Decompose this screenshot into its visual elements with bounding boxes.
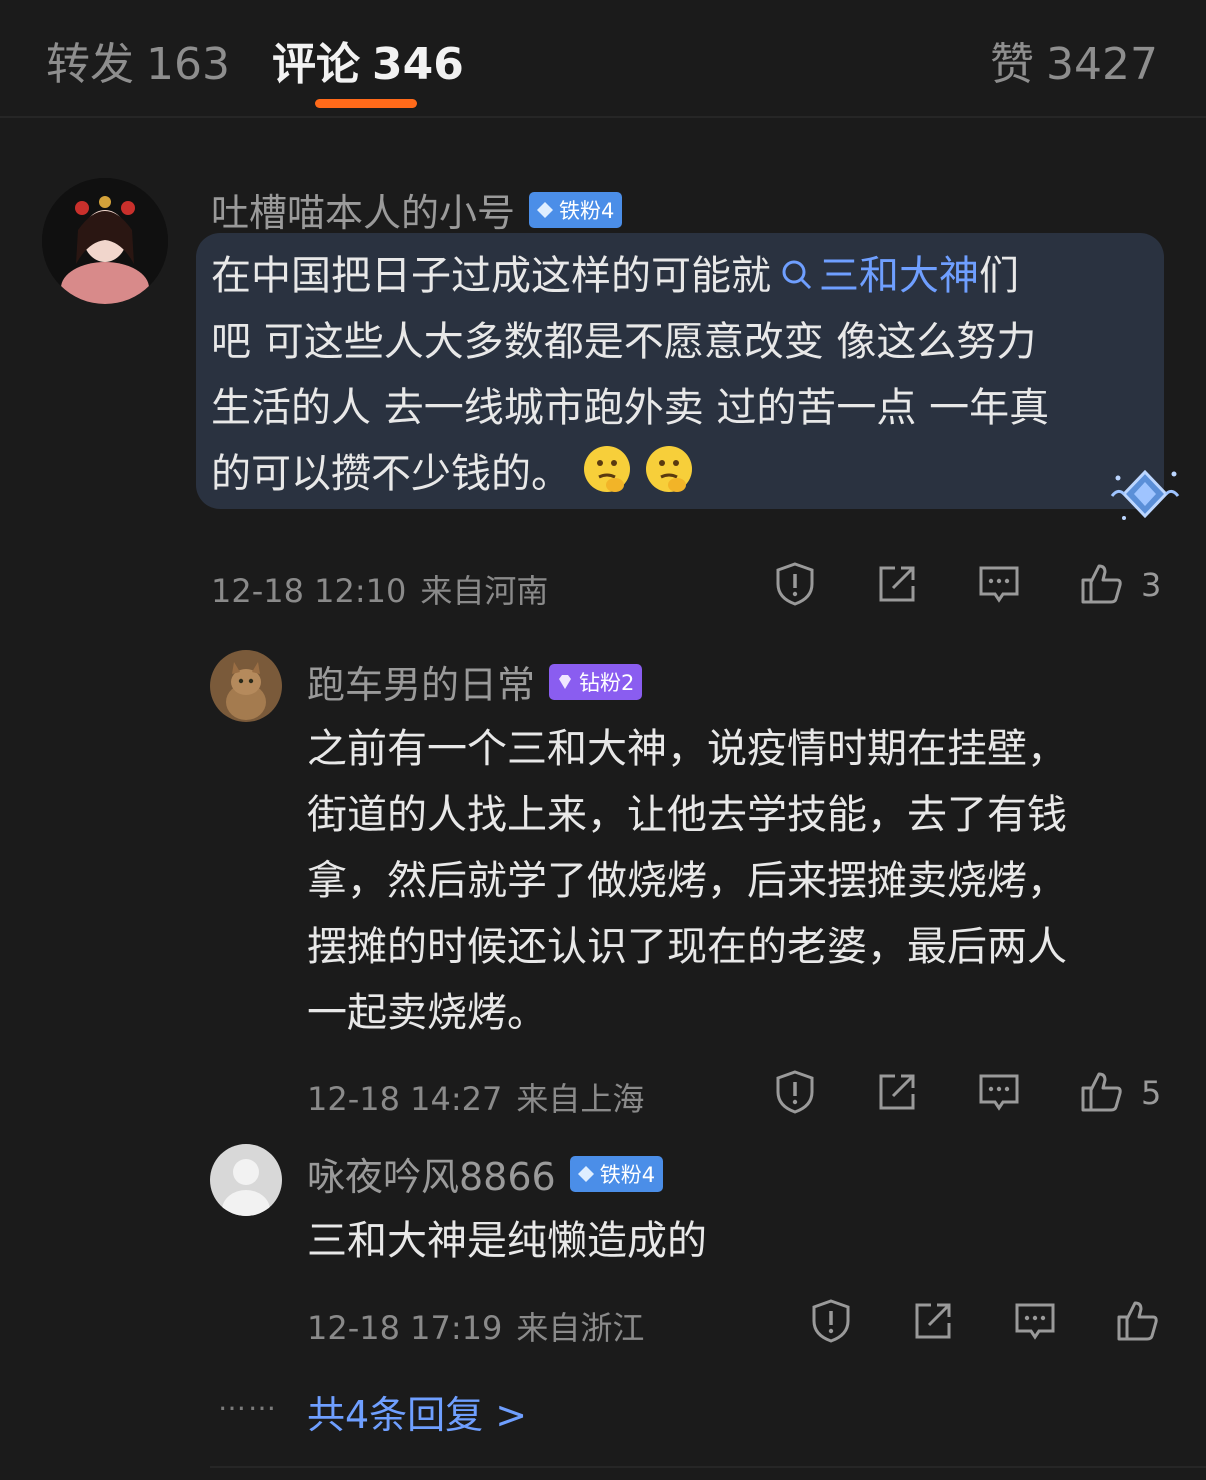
report-icon <box>776 562 814 606</box>
like-button[interactable] <box>1077 560 1125 608</box>
comment-author[interactable]: 吐槽喵本人的小号 铁粉4 <box>211 182 623 237</box>
reply-meta: 12-18 17:19 来自浙江 <box>307 1303 644 1349</box>
comment-icon <box>1015 1303 1055 1340</box>
reply-line: 之前有一个三和大神，说疫情时期在挂壁， <box>307 726 1067 772</box>
thumbs-up-icon <box>1081 1072 1122 1112</box>
fan-badge-label: 铁粉4 <box>599 1162 656 1187</box>
more-dots: …… <box>218 1384 278 1417</box>
reply-meta: 12-18 14:27 来自上海 <box>307 1074 644 1120</box>
reply-button[interactable] <box>975 1068 1023 1116</box>
like-button[interactable] <box>1077 1068 1125 1116</box>
fan-badge[interactable]: 钻粉2 <box>549 663 643 700</box>
comment-line-4-text: 的可以攒不少钱的。 <box>211 451 571 497</box>
tab-bar: 转发 163 评论 346 赞 3427 <box>0 0 1206 118</box>
topic-link[interactable]: 三和大神 <box>771 253 979 299</box>
comment-location: 来自河南 <box>420 572 549 610</box>
reply-author[interactable]: 跑车男的日常 钻粉2 <box>307 654 643 709</box>
reply-button[interactable] <box>975 560 1023 608</box>
thumbs-up-icon <box>1081 564 1122 604</box>
like-button[interactable] <box>1113 1297 1161 1345</box>
report-icon <box>812 1299 850 1343</box>
share-icon <box>915 1303 951 1339</box>
tab-likes-label: 赞 <box>990 39 1035 90</box>
avatar[interactable] <box>210 650 282 722</box>
reply-location: 来自浙江 <box>516 1309 645 1347</box>
divider <box>210 1466 1206 1468</box>
reply-line: 拿，然后就学了做烧烤，后来摆摊卖烧烤， <box>307 858 1067 904</box>
comment-author-name: 吐槽喵本人的小号 <box>211 191 516 235</box>
tab-repost-count: 163 <box>146 39 230 90</box>
topic-link-label: 三和大神 <box>819 253 979 299</box>
search-icon <box>782 260 812 290</box>
report-button[interactable] <box>771 1068 819 1116</box>
reply-author-name: 咏夜吟风8866 <box>307 1155 556 1199</box>
reply-author[interactable]: 咏夜吟风8866 铁粉4 <box>307 1146 664 1201</box>
fan-badge-label: 钻粉2 <box>579 670 635 695</box>
active-tab-indicator <box>315 99 417 108</box>
comment-line-1: 在中国把日子过成这样的可能就 三和大神们 <box>211 243 1049 309</box>
report-button[interactable] <box>807 1297 855 1345</box>
sparkle-diamond-icon <box>1110 469 1180 520</box>
thinking-face-emoji <box>646 446 692 492</box>
diamond-icon <box>537 201 554 218</box>
share-icon <box>879 1074 915 1110</box>
fan-badge-label: 铁粉4 <box>559 198 615 223</box>
report-button[interactable] <box>771 560 819 608</box>
diamond-icon <box>559 674 572 689</box>
tab-repost[interactable]: 转发 163 <box>46 28 230 92</box>
tab-likes[interactable]: 赞 3427 <box>990 28 1158 92</box>
reply-line: 三和大神是纯懒造成的 <box>307 1218 707 1264</box>
reply-line: 一起卖烧烤。 <box>307 990 547 1036</box>
avatar[interactable] <box>210 1144 282 1216</box>
diamond-icon <box>577 1165 594 1182</box>
tab-likes-count: 3427 <box>1046 39 1158 90</box>
reply-button[interactable] <box>1011 1297 1059 1345</box>
thinking-face-emoji <box>584 446 630 492</box>
tab-repost-label: 转发 <box>46 39 134 90</box>
fan-badge[interactable]: 铁粉4 <box>529 191 623 228</box>
reply-location: 来自上海 <box>516 1080 645 1118</box>
reply-author-name: 跑车男的日常 <box>307 663 536 707</box>
tab-comments[interactable]: 评论 346 <box>272 28 464 92</box>
reply-line: 街道的人找上来，让他去学技能，去了有钱 <box>307 792 1067 838</box>
comment-line-1-suffix: 们 <box>979 253 1019 299</box>
like-count: 5 <box>1141 1074 1162 1112</box>
tab-comments-count: 346 <box>372 39 464 90</box>
thumbs-up-icon <box>1117 1301 1158 1341</box>
comment-icon <box>979 1074 1019 1111</box>
comment-line-3: 生活的人 去一线城市跑外卖 过的苦一点 一年真 <box>211 385 1050 431</box>
share-icon <box>879 566 915 602</box>
report-icon <box>776 1070 814 1114</box>
share-button[interactable] <box>909 1297 957 1345</box>
like-count: 3 <box>1141 566 1162 604</box>
comment-text: 在中国把日子过成这样的可能就 三和大神们 吧 可这些人大多数都是不愿意改变 像这么… <box>211 243 1049 507</box>
reply-text: 之前有一个三和大神，说疫情时期在挂壁， 街道的人找上来，让他去学技能，去了有钱 … <box>307 716 1067 1046</box>
comment-icon <box>979 566 1019 603</box>
fan-badge[interactable]: 铁粉4 <box>569 1155 664 1192</box>
comment-line-2: 吧 可这些人大多数都是不愿意改变 像这么努力 <box>211 319 1037 365</box>
comment-line-1-prefix: 在中国把日子过成这样的可能就 <box>211 253 771 299</box>
reply-line: 摆摊的时候还认识了现在的老婆，最后两人 <box>307 924 1067 970</box>
reply-text: 三和大神是纯懒造成的 <box>307 1208 707 1274</box>
more-replies-link[interactable]: 共4条回复 > <box>307 1384 527 1439</box>
share-button[interactable] <box>873 1068 921 1116</box>
comment-meta: 12-18 12:10 来自河南 <box>211 566 548 612</box>
tab-comments-label: 评论 <box>272 39 360 90</box>
avatar[interactable] <box>42 178 168 304</box>
reply-time: 12-18 14:27 <box>307 1080 503 1118</box>
reply-time: 12-18 17:19 <box>307 1309 503 1347</box>
comment-time: 12-18 12:10 <box>211 572 407 610</box>
comment-line-4: 的可以攒不少钱的。 <box>211 441 1049 507</box>
share-button[interactable] <box>873 560 921 608</box>
